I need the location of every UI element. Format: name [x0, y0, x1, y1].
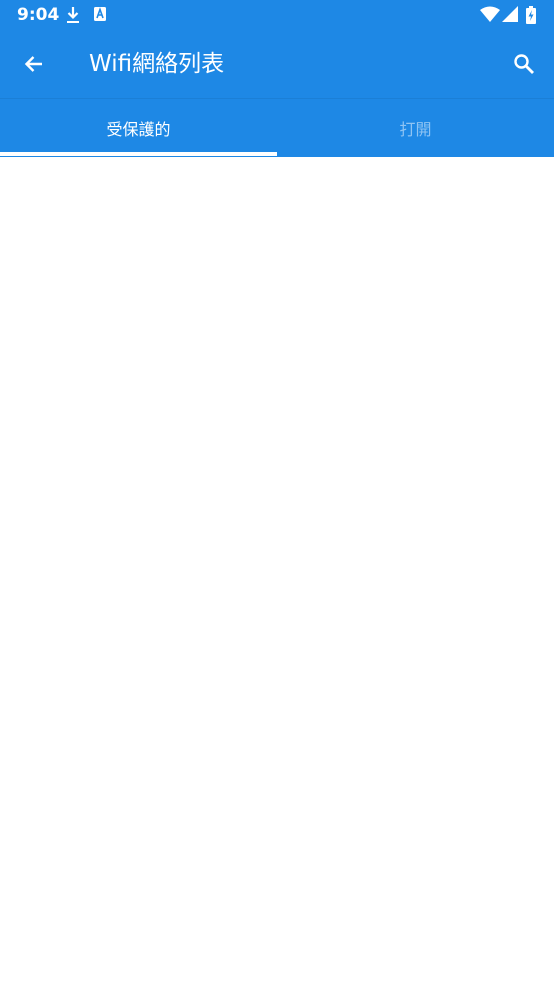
tab-protected[interactable]: 受保護的 — [0, 99, 277, 157]
tab-bar: 受保護的 打開 — [0, 98, 554, 157]
cell-signal-icon — [502, 6, 518, 22]
search-button[interactable] — [500, 40, 548, 88]
status-bar: 9:04 — [0, 0, 554, 30]
a-notification-icon — [94, 7, 106, 21]
app-bar: Wifi網絡列表 — [0, 30, 554, 98]
page-title: Wifi網絡列表 — [89, 51, 225, 77]
download-icon — [67, 7, 79, 23]
battery-icon — [526, 6, 536, 24]
search-icon — [514, 54, 534, 74]
arrow-back-icon — [24, 56, 42, 72]
status-time: 9:04 — [17, 5, 60, 25]
tab-open[interactable]: 打開 — [277, 99, 554, 157]
back-button[interactable] — [10, 40, 58, 88]
wifi-icon — [480, 6, 500, 22]
tab-indicator — [0, 152, 277, 156]
wifi-list-content — [0, 157, 554, 984]
